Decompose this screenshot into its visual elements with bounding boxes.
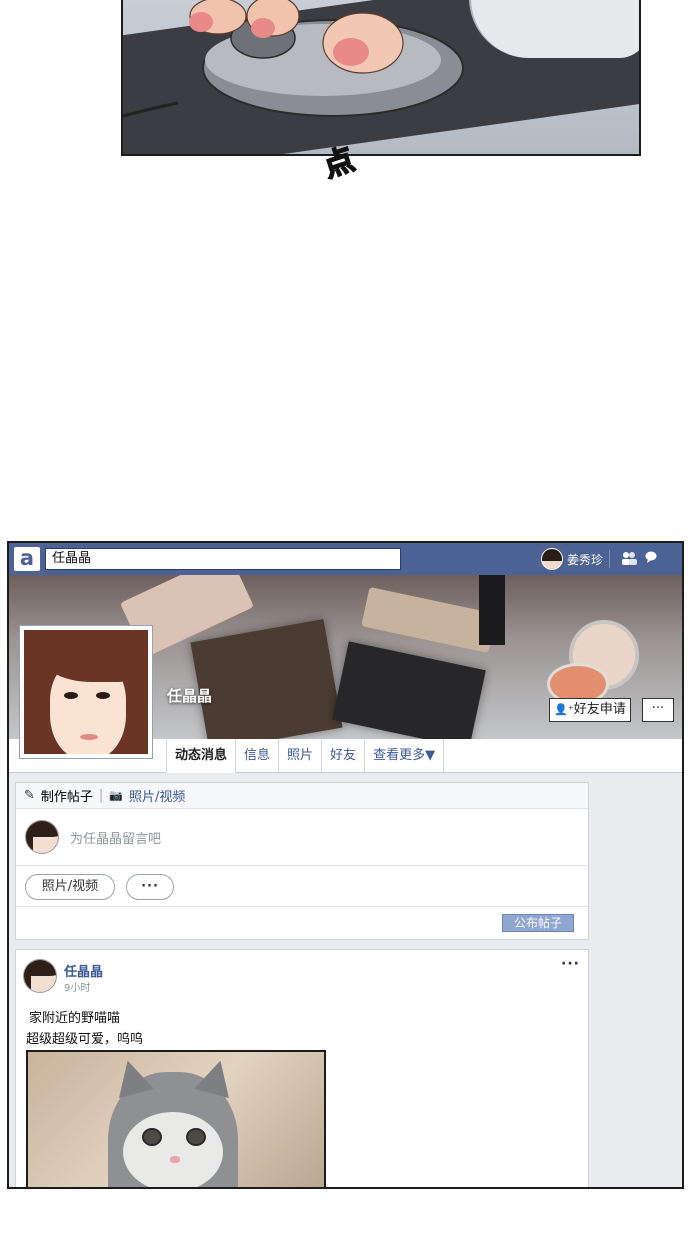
add-friend-label: 好友申请 [573,702,626,717]
lips [80,734,98,740]
post-options-button[interactable]: ··· [561,956,580,972]
tab-friends[interactable]: 好友 [321,739,364,773]
composer-actions: 照片/视频 ··· [16,867,588,907]
pencil-icon: ✎ [24,788,35,803]
post-timestamp[interactable]: 9小时 [64,979,90,994]
add-friend-button[interactable]: 👤⁺好友申请 [549,698,631,722]
composer-tab-divider: | [98,788,104,803]
post-photo-kitten[interactable] [26,1050,326,1187]
composer-header: ✎ 制作帖子 | 📷 照片/视频 [16,783,588,809]
composer-avatar [25,820,59,854]
friends-icon[interactable] [621,551,637,565]
search-input[interactable]: 任晶晶 [45,548,401,570]
navbar-divider [609,550,610,568]
comic-page: 点 a 任晶晶 姜秀珍 任晶晶 👤⁺好友申请 ··· 动态消息 信息 照片 好友… [0,0,690,1240]
composer-more-button[interactable]: ··· [126,874,174,900]
tab-see-more[interactable]: 查看更多▼ [364,739,445,773]
cover-item-bottle [479,575,505,645]
site-logo[interactable]: a [14,547,40,571]
post-text-line: 家附近的野喵喵 [29,1011,121,1026]
composer-tab-media[interactable]: 照片/视频 [129,786,185,805]
feed-post: 任晶晶 9小时 ··· 家附近的野喵喵 超级超级可爱，呜呜 [15,949,589,1187]
current-user-name: 姜秀珍 [567,552,604,567]
post-author-name[interactable]: 任晶晶 [64,961,103,980]
post-author-avatar[interactable] [23,959,57,993]
composer-input-area[interactable]: 为任晶晶留言吧 [16,810,588,866]
profile-more-button[interactable]: ··· [642,698,674,722]
current-user-avatar [541,548,563,570]
kitten-eye-right [186,1128,206,1146]
cover-item-palette [190,619,343,739]
profile-picture-art [24,630,148,754]
messages-icon[interactable] [645,551,657,563]
profile-picture[interactable] [19,625,153,759]
profile-tabs: 动态消息 信息 照片 好友 查看更多▼ [166,739,445,773]
top-navbar: a 任晶晶 姜秀珍 [9,543,682,575]
photo-video-button[interactable]: 照片/视频 [25,874,115,900]
composer-tab-post[interactable]: 制作帖子 [41,786,93,805]
tab-timeline[interactable]: 动态消息 [166,739,236,773]
post-composer: ✎ 制作帖子 | 📷 照片/视频 为任晶晶留言吧 照片/视频 ··· 公布帖子 [15,782,589,940]
eye-left [64,692,78,699]
kitten-nose [170,1156,180,1163]
post-text-line: 超级超级可爱，呜呜 [26,1032,144,1047]
cover-item-lipstick [361,586,497,654]
cover-item-black-compact [332,641,486,739]
navbar-icons [621,551,657,565]
tab-info[interactable]: 信息 [235,739,278,773]
profile-name: 任晶晶 [167,687,213,705]
composer-placeholder[interactable]: 为任晶晶留言吧 [70,828,161,847]
camera-icon: 📷 [109,789,124,802]
current-user-link[interactable]: 姜秀珍 [541,547,603,571]
kitten-eye-left [142,1128,162,1146]
kitten-face [123,1112,223,1187]
social-profile-panel: a 任晶晶 姜秀珍 任晶晶 👤⁺好友申请 ··· 动态消息 信息 照片 好友 查… [7,541,684,1189]
tab-photos[interactable]: 照片 [278,739,321,773]
publish-post-button[interactable]: 公布帖子 [502,914,574,932]
computer-mouse-illustration [123,0,464,118]
eye-right [96,692,110,699]
add-friend-icon: 👤⁺ [554,703,574,716]
comic-panel-mouse [121,0,641,156]
